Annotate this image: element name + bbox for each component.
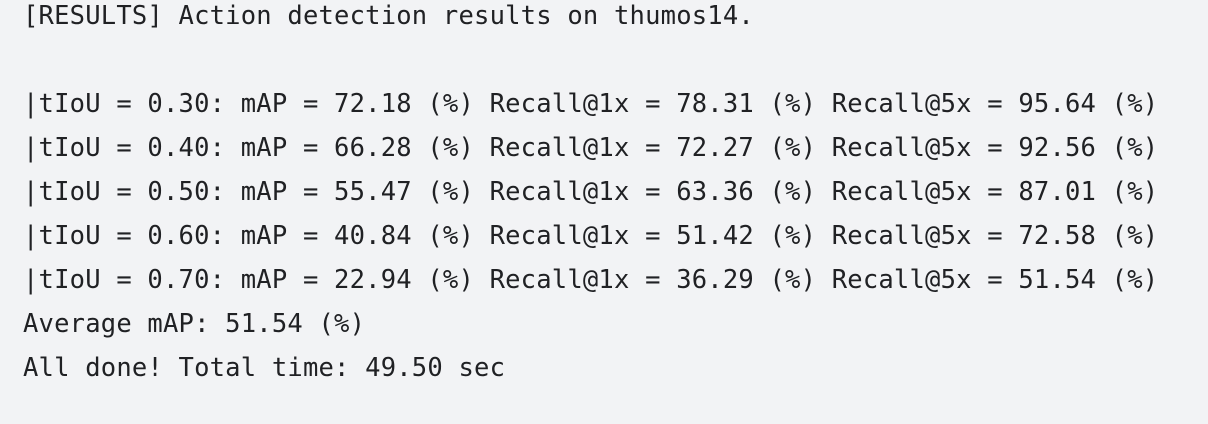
result-line-tiou-0.50: |tIoU = 0.50: mAP = 55.47 (%) Recall@1x … <box>23 177 1159 207</box>
results-header: [RESULTS] Action detection results on th… <box>23 1 754 31</box>
result-line-tiou-0.60: |tIoU = 0.60: mAP = 40.84 (%) Recall@1x … <box>23 221 1159 251</box>
result-line-tiou-0.70: |tIoU = 0.70: mAP = 22.94 (%) Recall@1x … <box>23 265 1159 295</box>
done-message-line: All done! Total time: 49.50 sec <box>23 353 506 383</box>
average-map-line: Average mAP: 51.54 (%) <box>23 309 366 339</box>
result-line-tiou-0.40: |tIoU = 0.40: mAP = 66.28 (%) Recall@1x … <box>23 133 1159 163</box>
result-line-tiou-0.30: |tIoU = 0.30: mAP = 72.18 (%) Recall@1x … <box>23 89 1159 119</box>
terminal-output: [RESULTS] Action detection results on th… <box>0 0 1208 424</box>
